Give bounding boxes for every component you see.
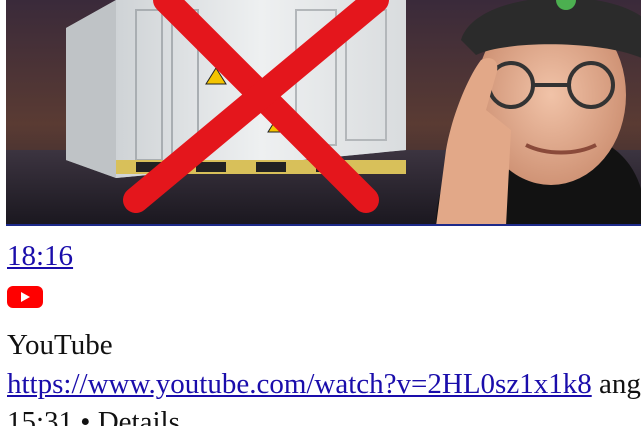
video-url-link[interactable]: https://www.youtube.com/watch?v=2HL0sz1x… xyxy=(7,368,592,400)
source-name: YouTube xyxy=(7,329,113,361)
video-thumbnail[interactable] xyxy=(6,0,641,226)
video-meta-line: 15:31 • Details xyxy=(7,406,180,426)
video-duration-link[interactable]: 18:16 xyxy=(7,238,73,274)
youtube-play-icon xyxy=(7,286,43,308)
presenter-illustration xyxy=(436,0,641,224)
video-url-line: https://www.youtube.com/watch?v=2HL0sz1x… xyxy=(7,366,641,402)
url-suffix-text: ang xyxy=(591,368,641,400)
thumbnail-image xyxy=(6,0,641,224)
